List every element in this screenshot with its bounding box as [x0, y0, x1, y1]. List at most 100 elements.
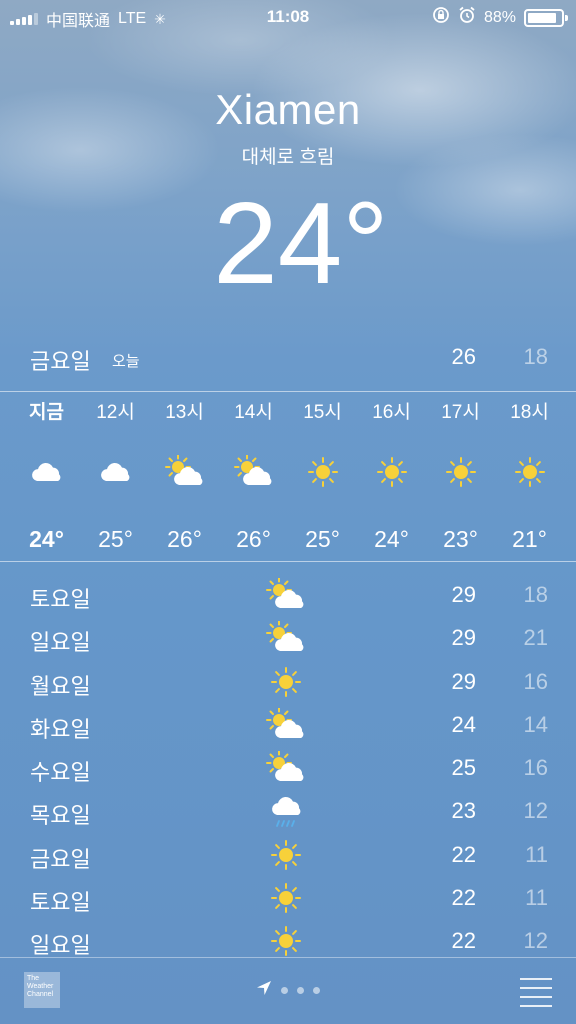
partly-cloudy-icon	[266, 751, 306, 785]
city-name: Xiamen	[215, 86, 361, 133]
day-high: 22	[451, 841, 476, 867]
day-high: 23	[451, 798, 476, 824]
daily-row: 금요일 22 11	[30, 834, 548, 877]
day-name: 금요일	[30, 846, 91, 872]
day-low: 14	[523, 711, 548, 737]
sun-icon	[495, 442, 564, 502]
daily-row: 월요일 29 16	[30, 661, 548, 704]
page-indicator[interactable]	[0, 980, 576, 1001]
daily-row: 일요일 29 21	[30, 617, 548, 660]
today-day: 금요일	[30, 349, 91, 374]
current-temperature: 24°	[213, 178, 389, 308]
status-bar: 中国联通 LTE ✳ 11:08 88%	[0, 0, 576, 34]
current-condition: 대체로 흐림	[241, 147, 335, 168]
daily-row: 토요일 29 18	[30, 574, 548, 617]
day-low: 11	[525, 841, 548, 867]
day-high: 29	[451, 625, 476, 651]
hourly-item: 13시 26°	[150, 398, 219, 553]
today-low: 18	[523, 344, 548, 369]
daily-row: 수요일 25 16	[30, 747, 548, 790]
location-arrow-icon	[256, 980, 272, 1001]
hour-label: 14시	[234, 402, 273, 423]
hourly-item: 16시 24°	[357, 398, 426, 553]
day-high: 24	[451, 711, 476, 737]
day-name: 일요일	[30, 933, 91, 959]
hourly-item: 14시 26°	[219, 398, 288, 553]
hour-label: 16시	[372, 402, 411, 423]
daily-row: 목요일 23 12	[30, 790, 548, 833]
today-high: 26	[451, 344, 476, 369]
day-name: 월요일	[30, 673, 91, 699]
hourly-item: 17시 23°	[426, 398, 495, 553]
hour-temperature: 25°	[305, 526, 340, 552]
hour-temperature: 25°	[98, 526, 133, 552]
page-dot	[281, 987, 288, 994]
hour-label: 12시	[96, 402, 135, 423]
sun-icon	[426, 442, 495, 502]
rain-cloud-icon	[266, 794, 306, 828]
daily-forecast[interactable]: 토요일 29 18 일요일 29 21 월요일 29 16 화요일 24 14 수요일 25 16 목요일 23…	[30, 574, 548, 964]
day-high: 25	[451, 755, 476, 781]
partly-cloudy-icon	[266, 578, 306, 612]
hour-temperature: 21°	[512, 526, 547, 552]
hourly-item: 12시 25°	[81, 398, 150, 553]
day-name: 일요일	[30, 630, 91, 656]
divider	[0, 561, 576, 562]
divider	[0, 391, 576, 392]
partly-cloudy-icon	[266, 621, 306, 655]
list-icon[interactable]	[520, 978, 552, 1014]
day-high: 29	[451, 582, 476, 607]
hour-label: 13시	[165, 402, 204, 423]
partly-cloudy-icon	[150, 442, 219, 502]
hour-label: 지금	[29, 402, 64, 423]
day-high: 29	[451, 668, 476, 694]
rotation-lock-icon	[432, 6, 450, 29]
day-name: 수요일	[30, 760, 91, 786]
sun-icon	[288, 442, 357, 502]
day-high: 22	[451, 928, 476, 954]
sun-icon	[266, 881, 306, 915]
day-low: 12	[523, 798, 548, 824]
hour-label: 18시	[510, 402, 549, 423]
today-tag: 오늘	[112, 353, 140, 370]
battery-percent: 88%	[483, 8, 516, 26]
sun-icon	[266, 838, 306, 872]
day-name: 목요일	[30, 803, 91, 829]
bottom-toolbar: The Weather Channel	[0, 958, 576, 1024]
sun-icon	[266, 924, 306, 958]
hour-temperature: 24°	[374, 526, 409, 552]
cloud-icon	[12, 442, 81, 502]
hourly-item: 15시 25°	[288, 398, 357, 553]
hour-temperature: 26°	[167, 526, 202, 552]
day-high: 22	[451, 885, 476, 911]
daily-row: 화요일 24 14	[30, 704, 548, 747]
sun-icon	[357, 442, 426, 502]
hour-temperature: 24°	[29, 526, 64, 552]
day-low: 16	[523, 755, 548, 781]
day-name: 토요일	[30, 890, 91, 916]
partly-cloudy-icon	[266, 707, 306, 742]
page-dot	[297, 987, 304, 994]
alarm-icon	[458, 6, 476, 29]
day-low: 12	[523, 928, 548, 954]
hour-temperature: 26°	[236, 526, 271, 552]
daily-row: 토요일 22 11	[30, 877, 548, 920]
cloud-icon	[81, 442, 150, 502]
hourly-item: 18시 21°	[495, 398, 564, 553]
day-low: 11	[525, 885, 548, 911]
hour-label: 17시	[441, 402, 480, 423]
hourly-item: 지금 24°	[12, 398, 81, 553]
day-name: 화요일	[30, 716, 91, 742]
partly-cloudy-icon	[219, 442, 288, 502]
hourly-forecast[interactable]: 지금 24° 12시 25° 13시 26° 14시 26° 15시 25° 16시 24° 17시 23…	[12, 398, 564, 553]
day-low: 18	[523, 582, 548, 607]
day-low: 21	[523, 625, 548, 651]
hour-temperature: 23°	[443, 526, 478, 552]
battery-icon	[524, 8, 568, 27]
day-low: 16	[523, 668, 548, 694]
hour-label: 15시	[303, 402, 342, 423]
today-summary: 금요일 오늘 26 18	[30, 340, 548, 380]
day-name: 토요일	[30, 587, 91, 612]
sun-icon	[266, 665, 306, 699]
page-dot	[313, 987, 320, 994]
